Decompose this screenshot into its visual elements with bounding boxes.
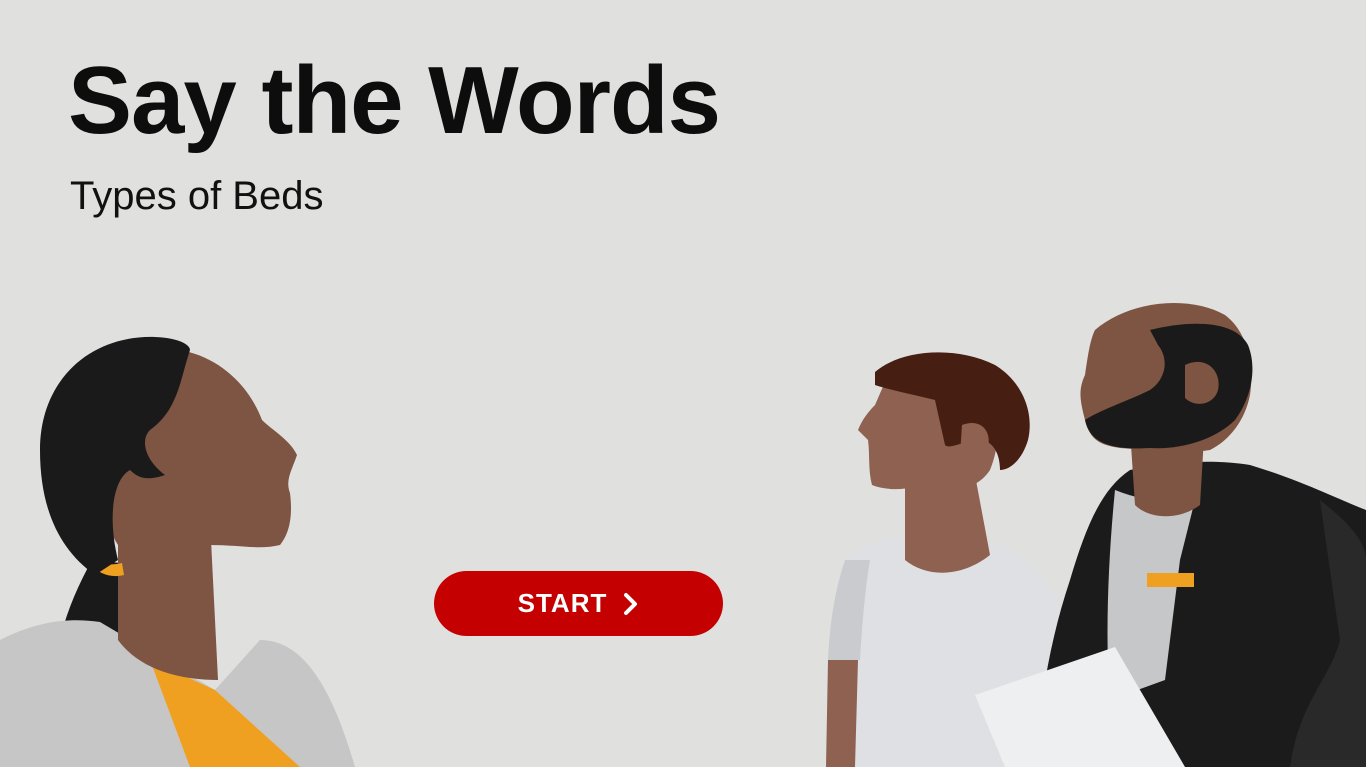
page-title: Say the Words (68, 47, 721, 154)
start-button[interactable]: START (434, 571, 723, 636)
start-button-label: START (517, 588, 608, 618)
page-subtitle: Types of Beds (70, 174, 324, 218)
title-screen: Say the Words Types of Beds START (0, 0, 1366, 767)
woman-figure (0, 336, 355, 767)
chevron-right-icon (623, 592, 639, 616)
bearded-man-figure (975, 303, 1366, 767)
